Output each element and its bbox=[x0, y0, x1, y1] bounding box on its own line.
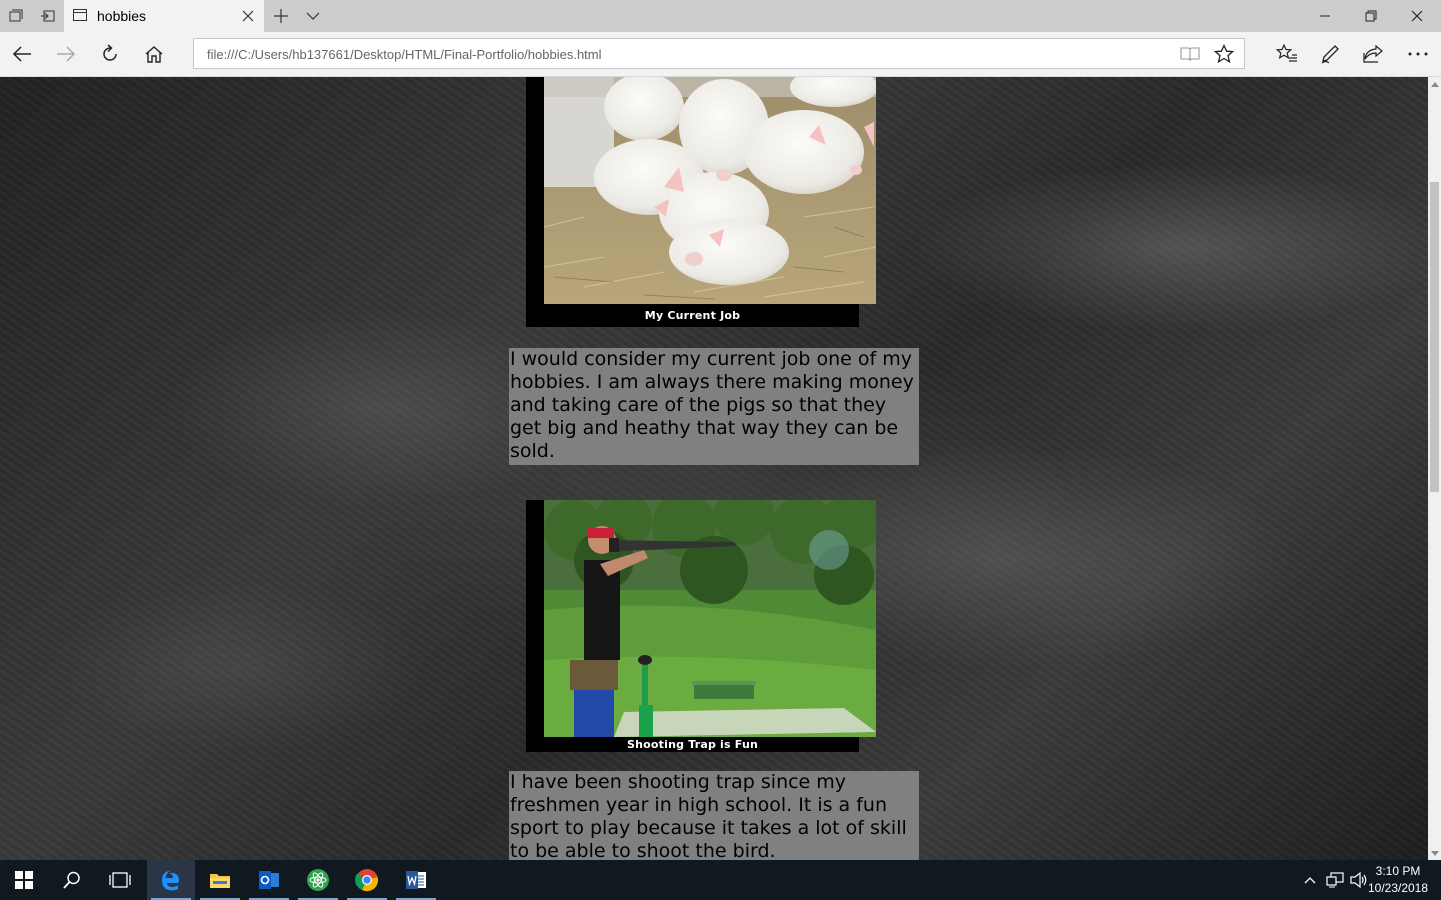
address-bar[interactable]: file:///C:/Users/hb137661/Desktop/HTML/F… bbox=[193, 38, 1245, 69]
minimize-button[interactable] bbox=[1302, 0, 1348, 32]
web-note-pen-icon[interactable] bbox=[1314, 38, 1346, 70]
browser-toolbar: file:///C:/Users/hb137661/Desktop/HTML/F… bbox=[0, 32, 1441, 77]
figure-current-job: My Current Job bbox=[526, 77, 876, 327]
outlook-icon[interactable] bbox=[245, 860, 293, 900]
edge-icon[interactable] bbox=[147, 860, 195, 900]
search-icon[interactable] bbox=[48, 860, 96, 900]
clock-time: 3:10 PM bbox=[1375, 864, 1421, 878]
refresh-button[interactable] bbox=[94, 38, 126, 70]
clock-date: 10/23/2018 bbox=[1367, 881, 1429, 895]
scroll-up-icon[interactable] bbox=[1430, 79, 1439, 89]
new-tab-icon[interactable] bbox=[268, 0, 294, 32]
share-icon[interactable] bbox=[1357, 38, 1389, 70]
scrollbar-thumb[interactable] bbox=[1430, 182, 1439, 492]
network-icon[interactable] bbox=[1322, 860, 1348, 900]
more-options-icon[interactable] bbox=[1402, 38, 1434, 70]
vertical-scrollbar[interactable] bbox=[1428, 77, 1441, 860]
home-button[interactable] bbox=[138, 38, 170, 70]
atom-icon[interactable] bbox=[294, 860, 342, 900]
taskbar-clock[interactable]: 3:10 PM 10/23/2018 bbox=[1363, 863, 1433, 897]
tab-title: hobbies bbox=[97, 8, 147, 24]
pigs-photo bbox=[544, 77, 876, 304]
figure-trap-shooting: Shooting Trap is Fun bbox=[526, 500, 876, 752]
tab-preview-chevron-icon[interactable] bbox=[300, 0, 326, 32]
close-window-button[interactable] bbox=[1394, 0, 1440, 32]
hobby-paragraph-trap: I have been shooting trap since my fresh… bbox=[509, 771, 919, 860]
tab-manager-icon[interactable] bbox=[4, 0, 28, 32]
restore-button[interactable] bbox=[1348, 0, 1394, 32]
task-view-icon[interactable] bbox=[96, 860, 144, 900]
taskbar: 3:10 PM 10/23/2018 bbox=[0, 860, 1441, 900]
page-icon bbox=[73, 9, 87, 21]
scroll-down-icon[interactable] bbox=[1430, 848, 1439, 858]
tab-hobbies[interactable]: hobbies bbox=[64, 0, 264, 32]
file-explorer-icon[interactable] bbox=[196, 860, 244, 900]
reading-view-icon[interactable] bbox=[1180, 46, 1200, 62]
start-icon[interactable] bbox=[0, 860, 48, 900]
show-hidden-icons-chevron-icon[interactable] bbox=[1298, 860, 1322, 900]
favorite-star-icon[interactable] bbox=[1214, 44, 1234, 64]
title-bar: hobbies bbox=[0, 0, 1441, 32]
close-tab-icon[interactable] bbox=[240, 8, 256, 24]
figure-caption: Shooting Trap is Fun bbox=[626, 738, 759, 751]
set-aside-tabs-icon[interactable] bbox=[36, 0, 60, 32]
chrome-icon[interactable] bbox=[343, 860, 391, 900]
favorites-hub-icon[interactable] bbox=[1271, 38, 1303, 70]
hobby-paragraph-job: I would consider my current job one of m… bbox=[509, 348, 919, 465]
page-viewport: My Current Job I would consider my curre… bbox=[0, 77, 1428, 860]
address-text[interactable]: file:///C:/Users/hb137661/Desktop/HTML/F… bbox=[207, 47, 602, 62]
word-icon[interactable] bbox=[392, 860, 440, 900]
trap-shooting-photo bbox=[544, 500, 876, 737]
back-button[interactable] bbox=[6, 38, 38, 70]
figure-caption: My Current Job bbox=[644, 309, 741, 322]
forward-button[interactable] bbox=[50, 38, 82, 70]
